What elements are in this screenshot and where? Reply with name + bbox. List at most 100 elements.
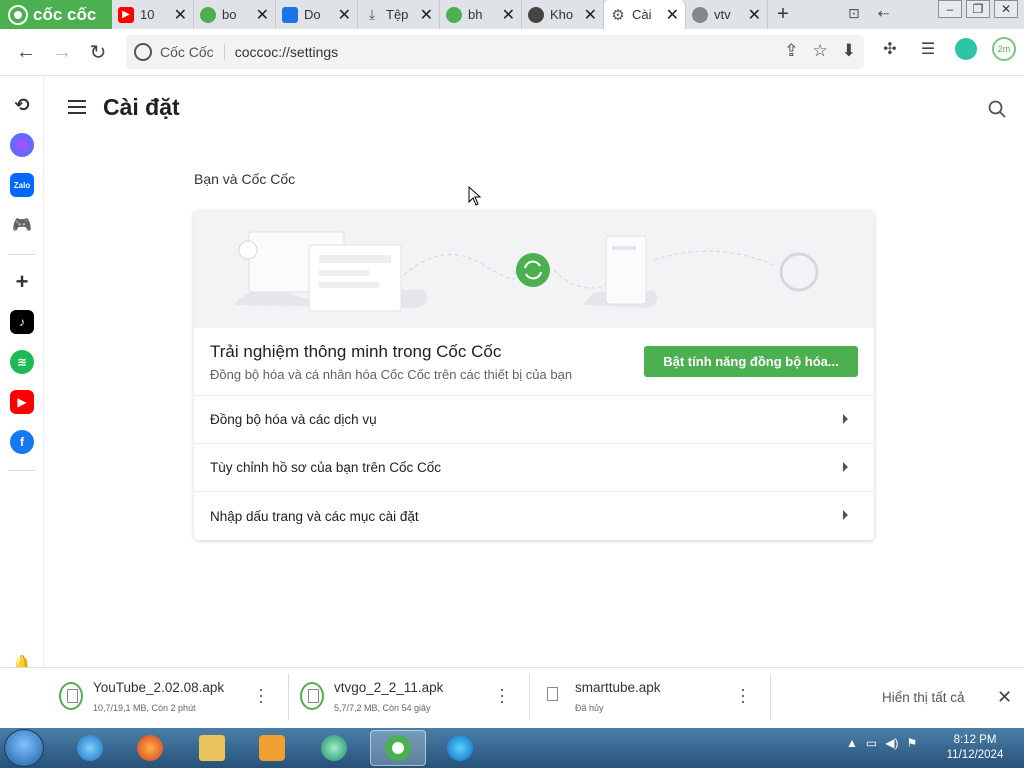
clock-date: 11/12/2024 bbox=[946, 749, 1004, 761]
minimize-button[interactable]: – bbox=[938, 0, 962, 18]
forward-button[interactable]: → bbox=[44, 34, 80, 70]
close-tab-icon[interactable]: ✕ bbox=[256, 5, 269, 25]
tab-label: Do bbox=[304, 7, 321, 22]
messenger-icon[interactable] bbox=[10, 133, 34, 157]
coccoc-menu-button[interactable]: cốc cốc bbox=[0, 0, 112, 29]
system-tray: ▲ ▭ ◀) ⚑ bbox=[846, 736, 917, 750]
app-icon[interactable] bbox=[306, 730, 362, 766]
close-tab-icon[interactable]: ✕ bbox=[502, 5, 515, 25]
sidebar: ⟲ Zalo 🎮 + ♪ ≋ ▶ f 🔔 ••• bbox=[0, 77, 44, 728]
close-tab-icon[interactable]: ✕ bbox=[666, 5, 679, 25]
tab-bo[interactable]: bo ✕ bbox=[194, 0, 276, 29]
coccoc-green-icon bbox=[446, 6, 462, 23]
reload-button[interactable]: ↻ bbox=[80, 34, 116, 70]
zalo-icon[interactable]: Zalo bbox=[10, 173, 34, 197]
coccoc-logo-icon bbox=[134, 43, 152, 61]
download-item[interactable]: smarttube.apk Đã hủy · · · bbox=[541, 676, 781, 720]
internet-explorer-icon[interactable] bbox=[62, 730, 118, 766]
youtube-icon: ▶ bbox=[118, 6, 134, 23]
game-controller-icon[interactable]: 🎮 bbox=[10, 213, 34, 237]
more-options-icon[interactable]: · · · bbox=[737, 680, 749, 710]
globe-icon bbox=[528, 6, 544, 23]
site-name: Cốc Cốc bbox=[160, 44, 225, 60]
media-player-icon[interactable] bbox=[244, 730, 300, 766]
close-window-button[interactable]: ✕ bbox=[994, 0, 1018, 18]
tab-search-icon[interactable]: ⊡ bbox=[848, 5, 860, 22]
sync-illustration bbox=[194, 210, 874, 328]
tab-strip: cốc cốc ▶ 10 ✕ bo ✕ Do ✕ ⤓ Tệp ✕ bh ✕ Kh… bbox=[0, 0, 1024, 29]
tab-settings[interactable]: ⚙ Cài ✕ bbox=[604, 0, 686, 29]
tab-drive[interactable]: Do ✕ bbox=[276, 0, 358, 29]
tab-kho[interactable]: Kho ✕ bbox=[522, 0, 604, 29]
history-icon[interactable]: ⟲ bbox=[10, 93, 34, 117]
tab-downloads[interactable]: ⤓ Tệp ✕ bbox=[358, 0, 440, 29]
close-tab-icon[interactable]: ✕ bbox=[338, 5, 351, 25]
restore-button[interactable]: ❐ bbox=[966, 0, 990, 18]
enable-sync-button[interactable]: Bật tính năng đồng bộ hóa... bbox=[644, 346, 858, 377]
edge-icon[interactable] bbox=[432, 730, 488, 766]
download-icon: ⤓ bbox=[368, 6, 376, 22]
tab-bh[interactable]: bh ✕ bbox=[440, 0, 522, 29]
menu-icon[interactable] bbox=[68, 100, 86, 114]
coccoc-2m-icon[interactable]: 2m bbox=[990, 35, 1018, 63]
new-tab-button[interactable]: + bbox=[768, 0, 798, 29]
close-tab-icon[interactable]: ✕ bbox=[174, 5, 187, 25]
tiktok-icon[interactable]: ♪ bbox=[10, 310, 34, 334]
close-tab-icon[interactable]: ✕ bbox=[584, 5, 597, 25]
drive-icon bbox=[282, 6, 298, 23]
back-button[interactable]: ← bbox=[8, 34, 44, 70]
download-status: 5,7/7,2 MB, Còn 54 giây bbox=[334, 703, 431, 713]
more-options-icon[interactable]: · · · bbox=[496, 680, 508, 710]
download-item[interactable]: vtvgo_2_2_11.apk 5,7/7,2 MB, Còn 54 giây… bbox=[300, 676, 540, 720]
chevron-right-icon bbox=[843, 510, 848, 520]
section-label: Bạn và Cốc Cốc bbox=[194, 171, 296, 187]
close-icon[interactable]: ✕ bbox=[997, 687, 1012, 708]
tab-vtv[interactable]: vtv ✕ bbox=[686, 0, 768, 29]
spotify-icon[interactable]: ≋ bbox=[10, 350, 34, 374]
more-options-icon[interactable]: · · · bbox=[255, 680, 267, 710]
download-filename: YouTube_2.02.08.apk bbox=[93, 680, 225, 695]
sync-services-row[interactable]: Đồng bộ hóa và các dịch vụ bbox=[194, 396, 874, 444]
flag-icon[interactable]: ⚑ bbox=[906, 736, 917, 750]
close-tab-icon[interactable]: ✕ bbox=[748, 5, 761, 25]
search-icon[interactable] bbox=[988, 100, 1006, 118]
url-text[interactable]: coccoc://settings bbox=[235, 44, 339, 60]
extensions-icon[interactable]: ✣ bbox=[876, 35, 904, 63]
network-icon[interactable]: ▭ bbox=[866, 736, 877, 750]
volume-icon[interactable]: ◀) bbox=[885, 736, 898, 750]
add-sidebar-app-icon[interactable]: + bbox=[10, 269, 34, 294]
show-all-downloads-link[interactable]: Hiển thị tất cả bbox=[882, 690, 965, 705]
coccoc-logo-icon bbox=[8, 4, 28, 25]
clock[interactable]: 8:12 PM 11/12/2024 bbox=[940, 733, 1010, 763]
address-bar[interactable]: Cốc Cốc coccoc://settings ⇪ ☆ ⬇ bbox=[126, 35, 864, 69]
coccoc-taskbar-icon[interactable] bbox=[370, 730, 426, 766]
tab-label: vtv bbox=[714, 7, 731, 22]
import-bookmarks-row[interactable]: Nhập dấu trang và các mục cài đặt bbox=[194, 492, 874, 540]
facebook-icon[interactable]: f bbox=[10, 430, 34, 454]
start-button[interactable] bbox=[4, 729, 44, 767]
share-icon[interactable]: ⇪ bbox=[784, 41, 798, 61]
tab-label: Kho bbox=[550, 7, 574, 22]
chevron-right-icon bbox=[843, 462, 848, 472]
close-tab-icon[interactable]: ✕ bbox=[420, 5, 433, 25]
sync-subtitle: Đồng bộ hóa và cá nhân hóa Cốc Cốc trên … bbox=[210, 367, 573, 382]
chevron-right-icon bbox=[843, 414, 848, 424]
gear-icon: ⚙ bbox=[611, 6, 625, 24]
download-item[interactable]: YouTube_2.02.08.apk 10,7/19,1 MB, Còn 2 … bbox=[59, 676, 299, 720]
download-page-icon[interactable]: ⬇ bbox=[842, 41, 856, 61]
file-explorer-icon[interactable] bbox=[184, 730, 240, 766]
download-bar: YouTube_2.02.08.apk 10,7/19,1 MB, Còn 2 … bbox=[0, 667, 1024, 728]
youtube-icon[interactable]: ▶ bbox=[10, 390, 34, 414]
firefox-icon[interactable] bbox=[122, 730, 178, 766]
back-to-tab-icon[interactable]: ⇠ bbox=[878, 5, 890, 22]
file-icon bbox=[541, 682, 565, 710]
reading-list-icon[interactable]: ☰ bbox=[914, 35, 942, 63]
row-label: Đồng bộ hóa và các dịch vụ bbox=[210, 412, 377, 427]
tab-youtube[interactable]: ▶ 10 ✕ bbox=[112, 0, 194, 29]
show-hidden-icons-icon[interactable]: ▲ bbox=[846, 736, 858, 750]
bookmark-star-icon[interactable]: ☆ bbox=[813, 41, 828, 61]
customize-profile-row[interactable]: Tùy chỉnh hồ sơ của bạn trên Cốc Cốc bbox=[194, 444, 874, 492]
tab-label: 10 bbox=[140, 7, 155, 22]
tab-label: Cài bbox=[632, 7, 652, 22]
profile-avatar[interactable] bbox=[952, 35, 980, 63]
